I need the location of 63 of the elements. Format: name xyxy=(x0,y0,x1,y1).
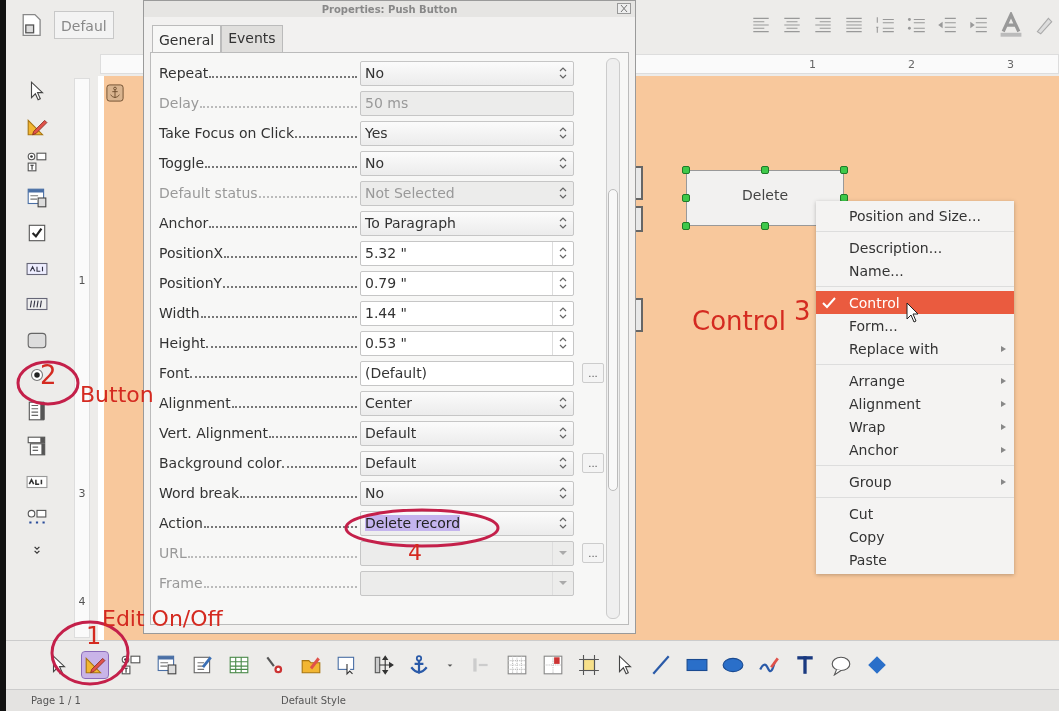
menu-item[interactable]: Cut xyxy=(816,502,1014,525)
browse-button[interactable]: ... xyxy=(582,453,604,473)
property-field[interactable]: To Paragraph xyxy=(360,210,574,236)
menu-item[interactable]: Arrange xyxy=(816,369,1014,392)
page-style: Default Style xyxy=(281,695,346,706)
property-label: Word break xyxy=(159,485,240,501)
menu-item[interactable]: Replace with xyxy=(816,337,1014,360)
property-label: Action xyxy=(159,515,203,531)
dialog-tab[interactable]: General xyxy=(152,25,222,53)
property-field[interactable]: Delete record xyxy=(360,510,574,536)
property-field[interactable]: (Default) xyxy=(360,360,574,386)
annotation-number: 4 xyxy=(408,542,422,564)
annotation-number: 2 xyxy=(40,362,57,388)
property-field[interactable]: Default xyxy=(360,420,574,446)
property-label: Width xyxy=(159,305,200,321)
property-label: Vert. Alignment xyxy=(159,425,268,441)
browse-button[interactable]: ... xyxy=(582,363,604,383)
property-field[interactable]: Yes xyxy=(360,120,574,146)
ruler-number: 2 xyxy=(908,57,915,71)
property-field[interactable]: No xyxy=(360,150,574,176)
dialog-title: Properties: Push Button xyxy=(321,3,458,15)
property-label: Delay xyxy=(159,95,200,111)
property-label: Take Focus on Click xyxy=(159,125,295,141)
property-label: Height xyxy=(159,335,206,351)
menu-item[interactable]: Group xyxy=(816,470,1014,493)
menu-item[interactable]: Alignment xyxy=(816,392,1014,415)
property-field[interactable]: No xyxy=(360,480,574,506)
property-label: Background color xyxy=(159,455,282,471)
annotation-label: Control xyxy=(692,308,786,334)
property-field[interactable]: No xyxy=(360,60,574,86)
property-label: Font xyxy=(159,365,190,381)
property-label: Default status xyxy=(159,185,258,201)
property-field[interactable]: 1.44 " xyxy=(360,300,574,326)
ruler-number: 1 xyxy=(78,274,86,287)
property-label: Repeat xyxy=(159,65,209,81)
page-count: Page 1 / 1 xyxy=(31,695,82,706)
property-label: Frame xyxy=(159,575,203,591)
ruler-number: 1 xyxy=(809,57,816,71)
property-field[interactable]: 5.32 " xyxy=(360,240,574,266)
ruler-number: 3 xyxy=(1007,57,1014,71)
menu-item[interactable]: Anchor xyxy=(816,438,1014,461)
property-field[interactable]: Default xyxy=(360,450,574,476)
property-field[interactable]: 0.79 " xyxy=(360,270,574,296)
menu-item[interactable]: Wrap xyxy=(816,415,1014,438)
property-label: Toggle xyxy=(159,155,204,171)
annotation-number: 3 xyxy=(794,298,811,324)
property-field[interactable]: Center xyxy=(360,390,574,416)
property-field[interactable]: 0.53 " xyxy=(360,330,574,356)
annotation-number: 1 xyxy=(86,624,102,648)
menu-item[interactable]: Paste xyxy=(816,548,1014,571)
property-label: PositionX xyxy=(159,245,224,261)
dialog-tab[interactable]: Events xyxy=(221,25,283,52)
ruler-number: 4 xyxy=(78,595,86,608)
menu-item[interactable]: Form... xyxy=(816,314,1014,337)
menu-item[interactable]: Copy xyxy=(816,525,1014,548)
property-label: PositionY xyxy=(159,275,223,291)
property-label: URL xyxy=(159,545,187,561)
delete-form-button[interactable]: Delete xyxy=(686,170,844,226)
menu-item[interactable]: Description... xyxy=(816,236,1014,259)
ruler-number: 3 xyxy=(78,487,86,500)
menu-item[interactable]: Name... xyxy=(816,259,1014,282)
property-label: Anchor xyxy=(159,215,209,231)
property-label: Alignment xyxy=(159,395,231,411)
